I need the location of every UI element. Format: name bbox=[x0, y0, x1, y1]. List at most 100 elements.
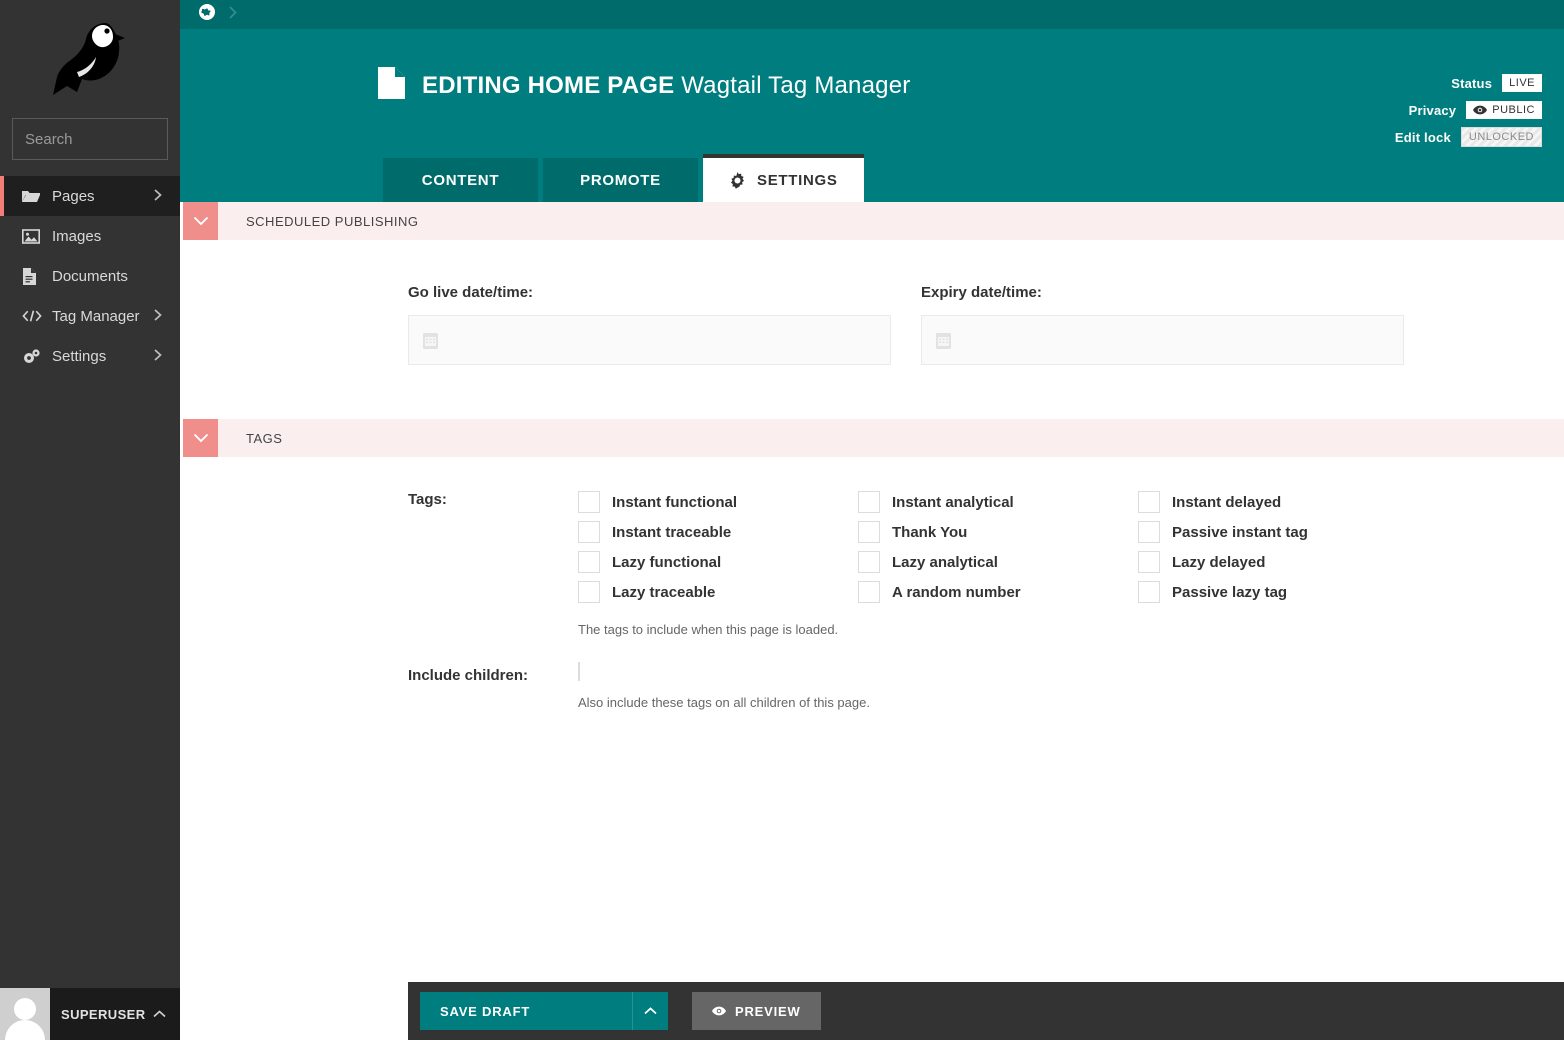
wagtail-bird-logo[interactable] bbox=[0, 0, 180, 118]
sidebar-item-label: Images bbox=[52, 227, 102, 245]
status-badge[interactable]: LIVE bbox=[1502, 73, 1542, 93]
tag-label: Instant delayed bbox=[1172, 493, 1282, 511]
tags-help-text: The tags to include when this page is lo… bbox=[578, 622, 839, 637]
expiry-input[interactable] bbox=[921, 315, 1404, 365]
meta-privacy: Privacy PUBLIC bbox=[1395, 100, 1542, 120]
privacy-badge-text: PUBLIC bbox=[1492, 103, 1535, 116]
tag-label: Lazy delayed bbox=[1172, 553, 1266, 571]
expiry-label: Expiry date/time: bbox=[921, 284, 1042, 301]
tag-label: Instant analytical bbox=[892, 493, 1014, 511]
tag-checkbox[interactable] bbox=[1138, 521, 1160, 543]
tag-checkbox-row: Passive instant tag bbox=[1138, 517, 1418, 547]
globe-icon[interactable] bbox=[198, 3, 216, 26]
tag-label: Lazy functional bbox=[612, 553, 722, 571]
tag-checkbox[interactable] bbox=[578, 521, 600, 543]
tab-settings[interactable]: SETTINGS bbox=[703, 154, 864, 202]
wagtail-admin-page: Pages Images Documents bbox=[0, 0, 1564, 1040]
meta-edit-lock: Edit lock UNLOCKED bbox=[1394, 126, 1542, 148]
tab-label: PROMOTE bbox=[580, 171, 661, 189]
status-badge-text: LIVE bbox=[1509, 76, 1535, 89]
tags-column-3: Instant delayed Passive instant tag Lazy… bbox=[1138, 487, 1418, 607]
tab-content[interactable]: CONTENT bbox=[383, 158, 538, 202]
eye-icon bbox=[712, 1006, 726, 1016]
eye-icon bbox=[1473, 105, 1488, 115]
save-draft-button[interactable]: SAVE DRAFT bbox=[420, 992, 632, 1030]
tag-checkbox-row: Instant functional bbox=[578, 487, 858, 517]
meta-label: Status bbox=[1451, 75, 1493, 91]
search-box[interactable] bbox=[12, 118, 240, 160]
tab-label: SETTINGS bbox=[757, 171, 838, 189]
user-name: SUPERUSER bbox=[61, 1006, 146, 1022]
go-live-input[interactable] bbox=[408, 315, 891, 365]
folder-open-icon bbox=[22, 189, 42, 204]
tag-checkbox[interactable] bbox=[1138, 581, 1160, 603]
page-title-rest: Wagtail Tag Manager bbox=[681, 71, 911, 99]
calendar-icon bbox=[936, 332, 951, 349]
page-title-bold: EDITING HOME PAGE bbox=[422, 71, 675, 99]
sidebar-item-settings[interactable]: Settings bbox=[0, 336, 180, 376]
section-toggle-tags[interactable] bbox=[183, 419, 218, 457]
chevron-up-icon[interactable] bbox=[153, 1005, 180, 1023]
tab-promote[interactable]: PROMOTE bbox=[543, 158, 698, 202]
sidebar: Pages Images Documents bbox=[0, 0, 240, 1040]
tag-label: Thank You bbox=[892, 523, 968, 541]
chevron-right-icon bbox=[154, 188, 166, 205]
tags-body: Tags: Instant functional Instant traceab… bbox=[180, 457, 1564, 710]
calendar-icon bbox=[423, 332, 438, 349]
tag-checkbox-row: Lazy functional bbox=[578, 547, 858, 577]
tag-checkbox-row: Lazy traceable bbox=[578, 577, 858, 607]
tag-checkbox-row: Lazy analytical bbox=[858, 547, 1138, 577]
section-toggle-scheduled-publishing[interactable] bbox=[183, 202, 218, 240]
section-title: SCHEDULED PUBLISHING bbox=[246, 213, 419, 229]
tag-checkbox[interactable] bbox=[578, 581, 600, 603]
sidebar-item-tag-manager[interactable]: Tag Manager bbox=[0, 296, 180, 336]
preview-button[interactable]: PREVIEW bbox=[692, 992, 821, 1030]
sidebar-item-images[interactable]: Images bbox=[0, 216, 180, 256]
go-live-field: Go live date/time: bbox=[408, 284, 891, 365]
tag-checkbox[interactable] bbox=[1138, 551, 1160, 573]
tag-checkbox[interactable] bbox=[858, 551, 880, 573]
chevron-right-icon bbox=[154, 348, 166, 365]
sidebar-item-pages[interactable]: Pages bbox=[0, 176, 180, 216]
chevron-right-icon bbox=[229, 5, 237, 24]
tag-checkbox[interactable] bbox=[578, 491, 600, 513]
privacy-badge[interactable]: PUBLIC bbox=[1466, 100, 1542, 120]
tag-checkbox[interactable] bbox=[858, 491, 880, 513]
tag-label: Instant traceable bbox=[612, 523, 732, 541]
save-draft-dropdown-toggle[interactable] bbox=[632, 992, 668, 1030]
section-title: TAGS bbox=[246, 430, 283, 446]
tag-checkbox[interactable] bbox=[858, 521, 880, 543]
sidebar-item-label: Pages bbox=[52, 187, 95, 205]
edit-lock-badge-text: UNLOCKED bbox=[1468, 130, 1534, 143]
cogs-icon bbox=[22, 348, 42, 364]
tag-checkbox-row: Passive lazy tag bbox=[1138, 577, 1418, 607]
expiry-field: Expiry date/time: bbox=[921, 284, 1404, 365]
avatar bbox=[0, 988, 50, 1040]
include-children-checkbox[interactable] bbox=[578, 662, 580, 681]
meta-label: Edit lock bbox=[1394, 129, 1451, 145]
document-icon bbox=[22, 267, 42, 285]
tag-checkbox[interactable] bbox=[1138, 491, 1160, 513]
gear-icon bbox=[730, 171, 745, 189]
main-content: EDITING HOME PAGE Wagtail Tag Manager St… bbox=[180, 0, 1564, 1040]
tag-label: Passive lazy tag bbox=[1172, 583, 1288, 601]
page-meta: Status LIVE Privacy PUBLIC Edit lock UNL… bbox=[1395, 73, 1542, 154]
tag-checkbox[interactable] bbox=[578, 551, 600, 573]
image-icon bbox=[22, 228, 42, 244]
tags-label: Tags: bbox=[408, 491, 447, 508]
tag-label: Lazy traceable bbox=[612, 583, 716, 601]
user-menu[interactable]: SUPERUSER bbox=[0, 988, 180, 1040]
tag-label: Passive instant tag bbox=[1172, 523, 1308, 541]
sidebar-item-documents[interactable]: Documents bbox=[0, 256, 180, 296]
meta-status: Status LIVE bbox=[1395, 73, 1542, 93]
tag-checkbox-row: Instant traceable bbox=[578, 517, 858, 547]
include-children-label: Include children: bbox=[408, 667, 529, 684]
tag-label: A random number bbox=[892, 583, 1021, 601]
edit-lock-badge[interactable]: UNLOCKED bbox=[1460, 126, 1542, 148]
tag-label: Lazy analytical bbox=[892, 553, 998, 571]
tag-checkbox-row: A random number bbox=[858, 577, 1138, 607]
include-children-help-text: Also include these tags on all children … bbox=[578, 695, 870, 710]
chevron-down-icon bbox=[193, 216, 208, 226]
tag-checkbox[interactable] bbox=[858, 581, 880, 603]
sidebar-item-label: Tag Manager bbox=[52, 307, 140, 325]
